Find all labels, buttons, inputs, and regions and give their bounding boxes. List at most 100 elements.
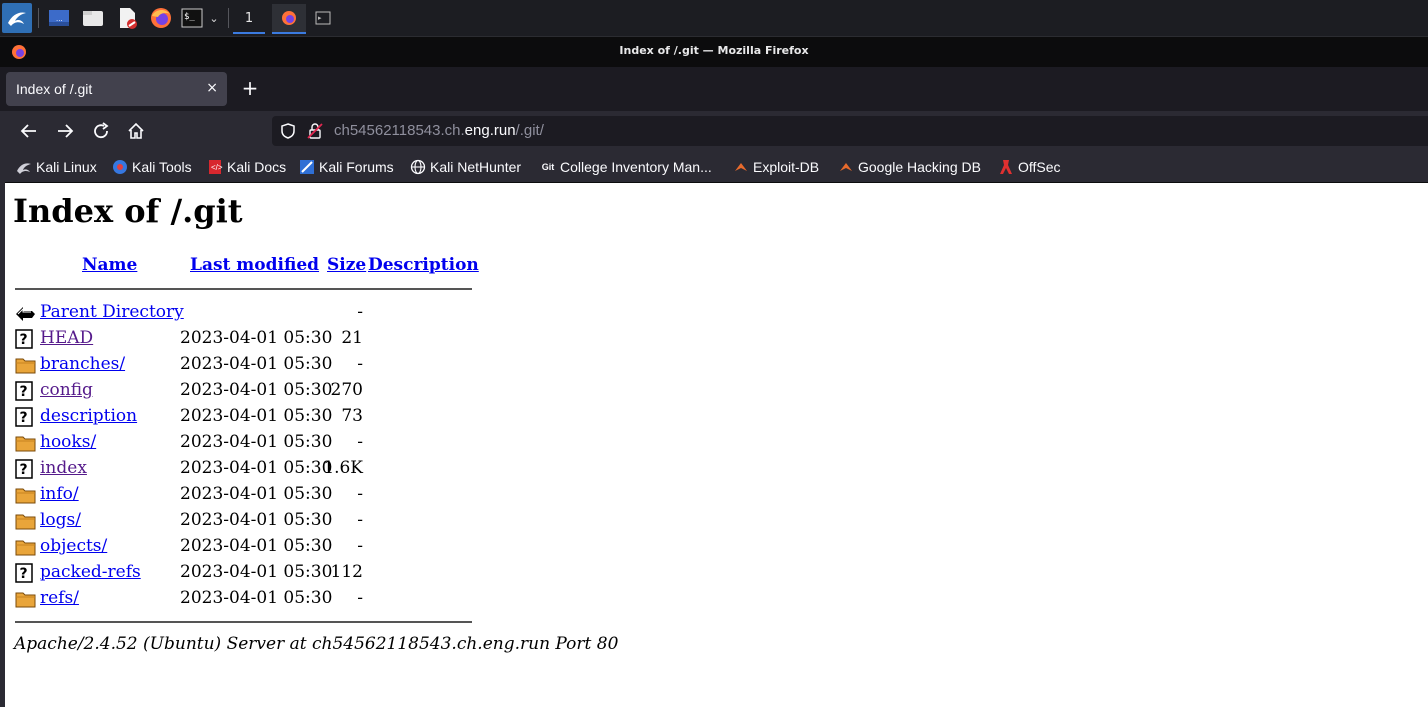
reload-icon[interactable] bbox=[89, 119, 113, 143]
column-header-description[interactable]: Description bbox=[368, 255, 479, 275]
url-text[interactable]: ch54562118543.ch.eng.run/.git/ bbox=[334, 122, 544, 139]
bookmark-label: OffSec bbox=[1018, 159, 1061, 175]
sort-by-description-link[interactable]: Description bbox=[368, 255, 479, 275]
show-desktop-icon[interactable]: ... bbox=[46, 4, 72, 32]
active-indicator bbox=[233, 32, 265, 34]
entry-link[interactable]: refs/ bbox=[40, 588, 79, 608]
text-editor-icon[interactable] bbox=[114, 4, 140, 32]
firefox-launcher-icon[interactable] bbox=[148, 4, 174, 32]
tab-label: Index of /.git bbox=[16, 81, 93, 97]
bookmark-google-hacking-db[interactable]: Google Hacking DB bbox=[838, 157, 981, 177]
sort-by-size-link[interactable]: Size bbox=[327, 255, 366, 275]
bookmark-label: Kali Linux bbox=[36, 159, 97, 175]
entry-size: - bbox=[357, 484, 363, 504]
sort-by-modified-link[interactable]: Last modified bbox=[190, 255, 319, 275]
bookmark-college-inventory[interactable]: Git College Inventory Man... bbox=[540, 157, 712, 177]
table-row: ? config 2023-04-01 05:30 270 bbox=[15, 379, 475, 405]
bookmark-kali-linux[interactable]: Kali Linux bbox=[16, 157, 97, 177]
globe-icon bbox=[410, 159, 426, 175]
entry-link[interactable]: packed-refs bbox=[40, 562, 141, 582]
forward-icon[interactable] bbox=[53, 119, 77, 143]
entry-link[interactable]: branches/ bbox=[40, 354, 125, 374]
tab-strip: Index of /.git × + bbox=[0, 67, 1428, 111]
git-icon: Git bbox=[541, 162, 555, 172]
entry-link[interactable]: config bbox=[40, 380, 93, 400]
table-row: ? HEAD 2023-04-01 05:30 21 bbox=[15, 327, 475, 353]
svg-text:▸: ▸ bbox=[318, 14, 322, 22]
folder-icon bbox=[15, 433, 36, 453]
entry-size: 21 bbox=[341, 328, 363, 348]
entry-name-cell: objects/ bbox=[40, 536, 107, 556]
ghdb-icon bbox=[838, 159, 854, 175]
terminal-window-button[interactable]: ▸ bbox=[312, 4, 334, 32]
insecure-lock-icon[interactable] bbox=[307, 123, 323, 143]
window-titlebar: Index of /.git — Mozilla Firefox bbox=[0, 37, 1428, 67]
workspace-number: 1 bbox=[244, 10, 254, 26]
bookmark-kali-tools[interactable]: Kali Tools bbox=[112, 157, 192, 177]
entry-link[interactable]: info/ bbox=[40, 484, 79, 504]
svg-text:$_: $_ bbox=[184, 12, 195, 22]
tab-index-of-git[interactable]: Index of /.git × bbox=[6, 72, 227, 106]
unknown-file-icon: ? bbox=[15, 459, 36, 479]
table-row: branches/2023-04-01 05:30 - bbox=[15, 353, 475, 379]
entry-name-cell: packed-refs bbox=[40, 562, 141, 582]
entry-link[interactable]: HEAD bbox=[40, 328, 93, 348]
entry-modified: 2023-04-01 05:30 bbox=[180, 458, 333, 478]
address-bar[interactable]: ch54562118543.ch.eng.run/.git/ bbox=[272, 116, 1428, 146]
svg-text:?: ? bbox=[20, 566, 28, 582]
entry-link[interactable]: Parent Directory bbox=[40, 302, 184, 322]
bookmark-kali-forums[interactable]: Kali Forums bbox=[299, 157, 394, 177]
close-icon[interactable]: × bbox=[206, 80, 218, 96]
url-prefix: ch54562118543.ch. bbox=[334, 122, 465, 139]
kali-forums-icon bbox=[299, 159, 315, 175]
bookmark-offsec[interactable]: OffSec bbox=[998, 157, 1061, 177]
bookmark-kali-nethunter[interactable]: Kali NetHunter bbox=[410, 157, 521, 177]
workspace-button[interactable]: 1 bbox=[233, 4, 265, 34]
entry-modified: 2023-04-01 05:30 bbox=[180, 432, 333, 452]
bookmark-kali-docs[interactable]: </> Kali Docs bbox=[207, 157, 286, 177]
bookmark-label: Kali NetHunter bbox=[430, 159, 522, 175]
entry-link[interactable]: logs/ bbox=[40, 510, 81, 530]
entry-link[interactable]: hooks/ bbox=[40, 432, 96, 452]
back-icon[interactable] bbox=[17, 119, 41, 143]
folder-icon bbox=[15, 537, 36, 557]
chevron-down-icon[interactable]: ⌄ bbox=[206, 4, 222, 32]
entry-link[interactable]: objects/ bbox=[40, 536, 107, 556]
terminal-launcher-icon[interactable]: $_ bbox=[180, 4, 204, 32]
page-content: Index of /.git Name Last modified Size D… bbox=[5, 183, 1428, 707]
entry-modified: 2023-04-01 05:30 bbox=[180, 380, 333, 400]
bookmarks-toolbar: Kali Linux Kali Tools </> Kali Docs Kali… bbox=[0, 151, 1428, 183]
bookmark-label: Kali Tools bbox=[132, 159, 192, 175]
svg-text:?: ? bbox=[20, 462, 28, 478]
column-header-name[interactable]: Name bbox=[82, 255, 137, 275]
bookmark-exploit-db[interactable]: Exploit-DB bbox=[733, 157, 819, 177]
unknown-file-icon: ? bbox=[15, 407, 36, 427]
kali-tools-icon bbox=[112, 159, 128, 175]
taskbar: ... $_ ⌄ 1 ▸ bbox=[0, 0, 1428, 37]
shield-icon[interactable] bbox=[280, 123, 296, 143]
kali-menu-icon[interactable] bbox=[2, 3, 32, 33]
active-indicator bbox=[272, 32, 306, 34]
sort-by-name-link[interactable]: Name bbox=[82, 255, 137, 275]
back-arrow-icon bbox=[15, 303, 36, 323]
taskbar-separator bbox=[38, 8, 39, 28]
column-header-size[interactable]: Size bbox=[327, 255, 366, 275]
new-tab-button[interactable]: + bbox=[240, 78, 260, 98]
column-header-modified[interactable]: Last modified bbox=[190, 255, 319, 275]
entry-modified: 2023-04-01 05:30 bbox=[180, 562, 333, 582]
entry-link[interactable]: description bbox=[40, 406, 137, 426]
unknown-file-icon: ? bbox=[15, 563, 36, 583]
table-row: Parent Directory - bbox=[15, 301, 475, 327]
file-manager-icon[interactable] bbox=[80, 4, 106, 32]
unknown-file-icon: ? bbox=[15, 329, 36, 349]
entry-name-cell: HEAD bbox=[40, 328, 93, 348]
svg-text:?: ? bbox=[20, 384, 28, 400]
url-path: /.git/ bbox=[515, 122, 544, 139]
entry-link[interactable]: index bbox=[40, 458, 87, 478]
folder-icon bbox=[15, 485, 36, 505]
entry-size: - bbox=[357, 510, 363, 530]
home-icon[interactable] bbox=[124, 119, 148, 143]
window-title: Index of /.git — Mozilla Firefox bbox=[619, 44, 809, 57]
entry-modified: 2023-04-01 05:30 bbox=[180, 354, 333, 374]
firefox-window-button[interactable] bbox=[272, 4, 306, 34]
